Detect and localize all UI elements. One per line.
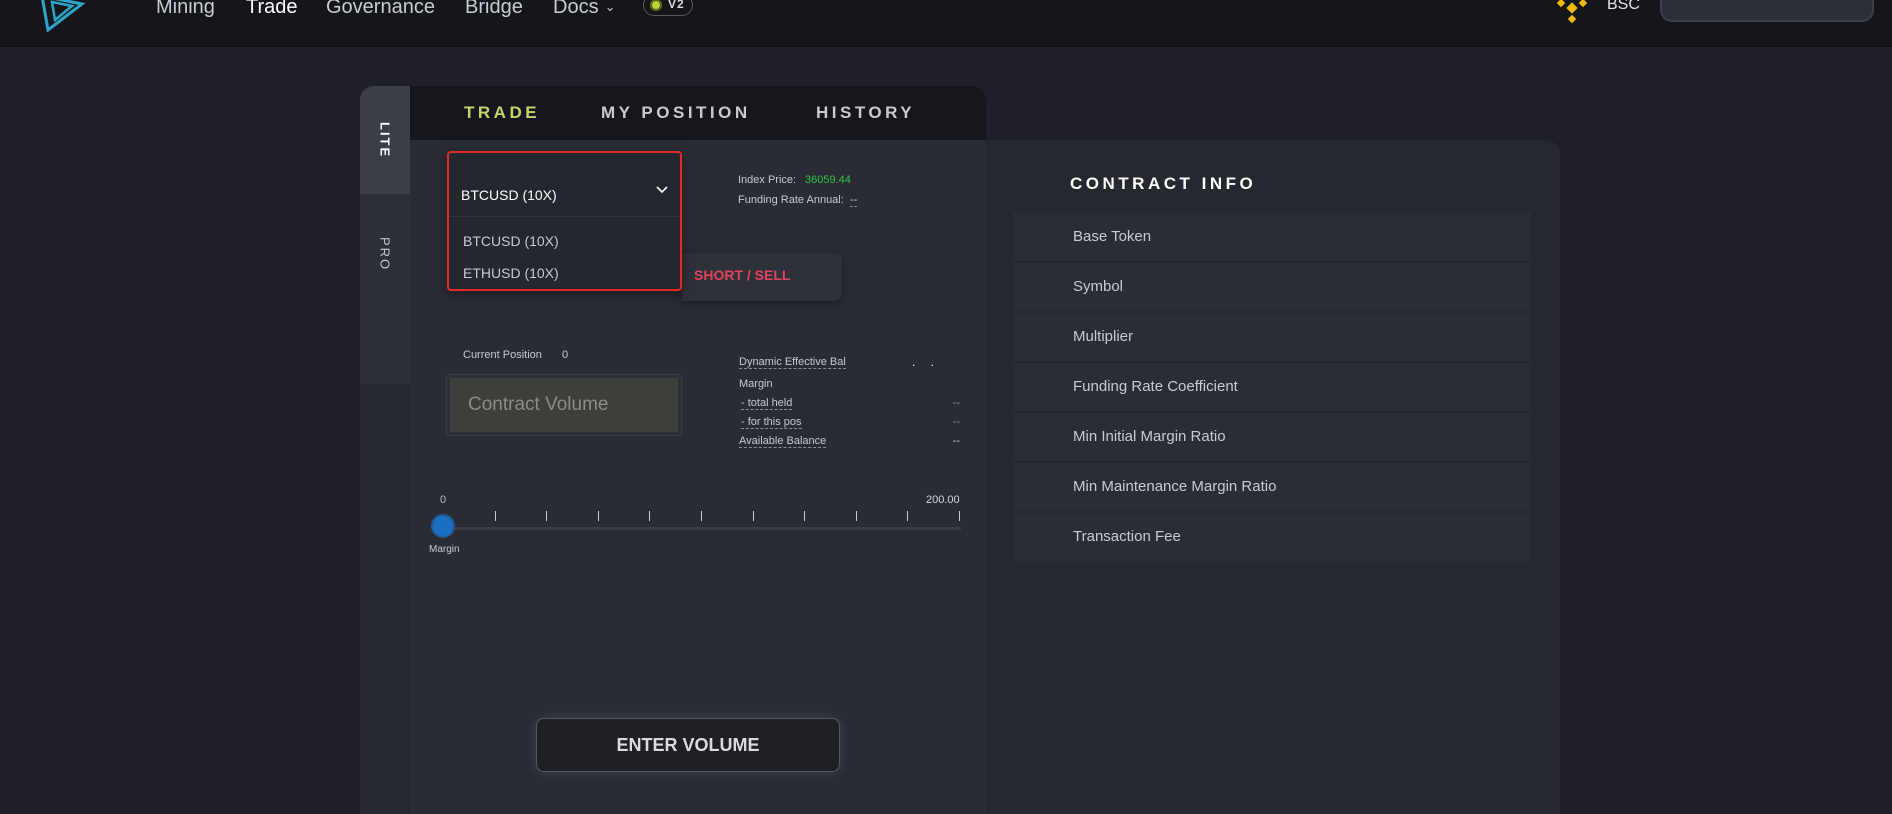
info-row-min-maintenance-margin: Min Maintenance Margin Ratio: [1013, 463, 1531, 511]
available-balance-value: --: [952, 435, 960, 447]
enter-volume-button[interactable]: ENTER VOLUME: [536, 718, 840, 772]
network-label[interactable]: BSC: [1607, 0, 1640, 14]
short-sell-button[interactable]: SHORT / SELL: [682, 253, 842, 301]
current-position-value: 0: [562, 349, 569, 361]
total-held-value: --: [952, 397, 960, 409]
dynamic-balance-label: Dynamic Effective Bal: [739, 356, 846, 369]
for-this-pos-value: --: [952, 416, 960, 428]
funding-rate-value: --: [850, 194, 858, 207]
margin-slider-thumb[interactable]: [431, 514, 455, 538]
dynamic-balance-value: . .: [912, 355, 941, 369]
funding-rate-label: Funding Rate Annual:: [738, 194, 844, 206]
nav-governance[interactable]: Governance: [326, 0, 435, 19]
version-badge[interactable]: V2: [643, 0, 693, 16]
dropdown-divider: [449, 216, 680, 217]
info-row-label: Transaction Fee: [1073, 528, 1181, 545]
info-row-label: Multiplier: [1073, 328, 1134, 345]
trade-tab-bar: TRADE MY POSITION HISTORY: [410, 86, 986, 140]
total-held-label: - total held: [741, 397, 793, 410]
contract-volume-field: [446, 374, 682, 436]
slider-min-label: 0: [440, 494, 447, 506]
info-row-label: Symbol: [1073, 278, 1124, 295]
margin-label: Margin: [739, 378, 773, 390]
slider-max-label: 200.00: [926, 494, 960, 506]
info-row-symbol: Symbol: [1013, 263, 1531, 311]
slider-tick: [855, 511, 857, 521]
mode-tabs: LITE PRO: [360, 86, 410, 814]
info-row-label: Min Maintenance Margin Ratio: [1073, 478, 1277, 495]
info-row-label: Funding Rate Coefficient: [1073, 378, 1238, 395]
pair-option-ethusd[interactable]: ETHUSD (10X): [463, 265, 559, 281]
bnb-chain-icon: [1556, 0, 1588, 24]
nav-bridge[interactable]: Bridge: [465, 0, 523, 19]
pair-select-dropdown[interactable]: BTCUSD (10X) BTCUSD (10X) ETHUSD (10X): [447, 151, 682, 291]
tab-history[interactable]: HISTORY: [816, 103, 915, 123]
wallet-button[interactable]: [1660, 0, 1874, 22]
app-logo-icon[interactable]: [38, 0, 86, 32]
slider-caption: Margin: [429, 544, 460, 555]
info-row-label: Min Initial Margin Ratio: [1073, 428, 1226, 445]
available-balance-label: Available Balance: [739, 435, 827, 448]
index-price-label: Index Price:: [738, 174, 797, 186]
pair-option-btcusd[interactable]: BTCUSD (10X): [463, 233, 559, 249]
contract-volume-input[interactable]: [450, 378, 678, 432]
nav-trade[interactable]: Trade: [246, 0, 298, 19]
info-row-label: Base Token: [1073, 228, 1152, 245]
tab-lite[interactable]: LITE: [360, 86, 410, 194]
tab-pro[interactable]: PRO: [360, 194, 410, 384]
short-sell-label: SHORT / SELL: [694, 267, 791, 283]
slider-tick: [959, 511, 960, 521]
slider-tick: [907, 511, 909, 521]
margin-slider-track[interactable]: [443, 527, 961, 530]
slider-tick: [546, 511, 548, 521]
index-price-value: 36059.44: [805, 174, 851, 186]
contract-info-title: CONTRACT INFO: [1070, 174, 1257, 193]
info-row-transaction-fee: Transaction Fee: [1013, 513, 1531, 561]
info-row-base-token: Base Token: [1013, 213, 1531, 261]
slider-tick: [649, 511, 651, 521]
info-row-funding-coefficient: Funding Rate Coefficient: [1013, 363, 1531, 411]
for-this-pos-label: - for this pos: [741, 416, 802, 429]
tab-lite-label: LITE: [377, 121, 393, 159]
slider-tick: [597, 511, 599, 521]
nav-docs[interactable]: Docs ⌄: [553, 0, 615, 19]
info-row-min-initial-margin: Min Initial Margin Ratio: [1013, 413, 1531, 461]
info-row-multiplier: Multiplier: [1013, 313, 1531, 361]
nav-mining[interactable]: Mining: [156, 0, 215, 19]
tab-pro-label: PRO: [377, 236, 393, 272]
nav-docs-label: Docs: [553, 0, 599, 18]
slider-tick: [752, 511, 754, 521]
status-dot-icon: [650, 0, 662, 11]
current-position-label: Current Position: [463, 349, 542, 361]
version-label: V2: [668, 0, 685, 11]
tab-trade[interactable]: TRADE: [464, 103, 540, 123]
slider-tick: [804, 511, 806, 521]
pair-select-value[interactable]: BTCUSD (10X): [461, 187, 557, 203]
chevron-down-icon[interactable]: [655, 183, 669, 197]
enter-volume-label: ENTER VOLUME: [616, 734, 760, 755]
top-nav: Mining Trade Governance Bridge Docs ⌄ V2 …: [0, 0, 1892, 47]
slider-tick: [494, 511, 496, 521]
chevron-down-icon: ⌄: [604, 0, 616, 14]
slider-tick: [701, 511, 702, 521]
tab-my-position[interactable]: MY POSITION: [601, 103, 751, 123]
